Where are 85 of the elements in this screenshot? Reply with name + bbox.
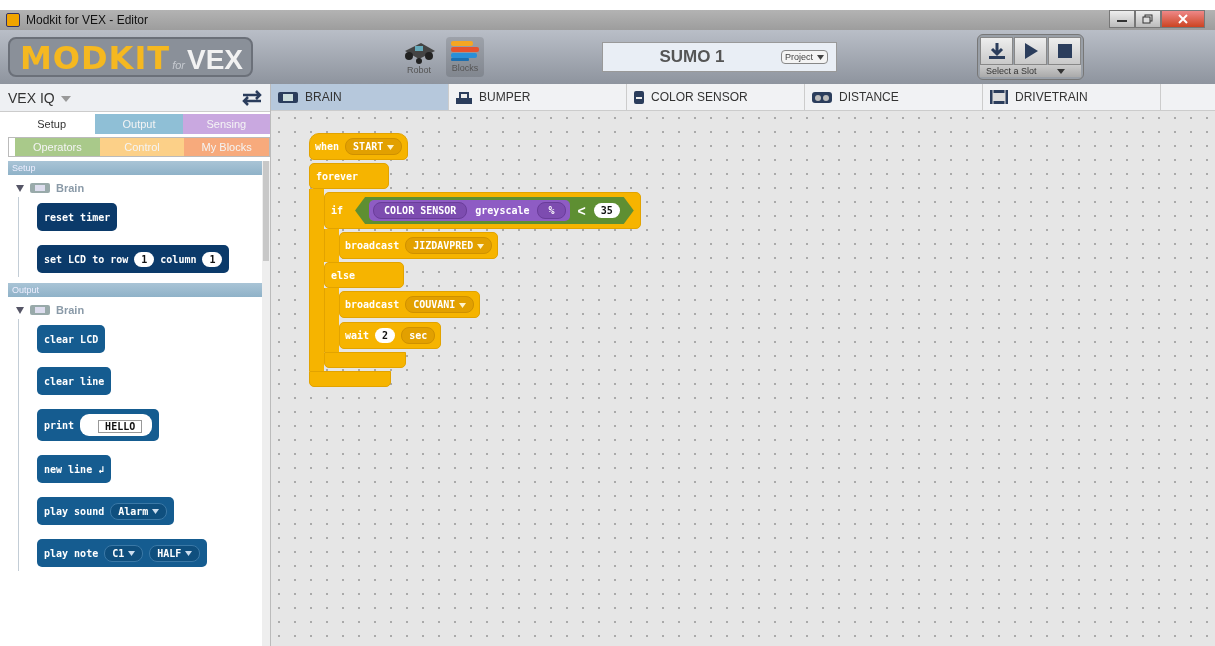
block-label: play sound bbox=[44, 505, 105, 517]
group-name: Brain bbox=[56, 304, 85, 316]
sensor-block[interactable]: COLOR SENSOR greyscale % bbox=[369, 200, 570, 221]
code-block[interactable]: print HELLO bbox=[37, 409, 160, 441]
logo-text: VEX bbox=[187, 43, 243, 77]
block-label: set LCD to row bbox=[44, 253, 129, 265]
dropdown-field[interactable]: C1 bbox=[104, 544, 144, 562]
dropdown-field[interactable]: HALF bbox=[149, 544, 201, 562]
restore-icon bbox=[1142, 14, 1154, 24]
download-button[interactable] bbox=[980, 37, 1013, 65]
caret-icon bbox=[387, 144, 395, 150]
block-label: new line ↲ bbox=[44, 463, 105, 475]
number-field[interactable]: 35 bbox=[593, 203, 620, 218]
play-button[interactable] bbox=[1014, 37, 1047, 65]
block-label: clear line bbox=[44, 375, 105, 387]
caret-icon bbox=[477, 243, 485, 249]
block-label: broadcast bbox=[345, 299, 400, 310]
device-tab[interactable]: BRAIN bbox=[271, 84, 449, 110]
brain-icon bbox=[277, 90, 299, 104]
restore-button[interactable] bbox=[1135, 10, 1161, 28]
expand-arrow-icon[interactable] bbox=[16, 184, 24, 192]
section-header: Setup bbox=[8, 161, 262, 175]
section-header: Output bbox=[8, 283, 262, 297]
code-block[interactable]: clear LCD bbox=[37, 325, 106, 353]
sensor-icon bbox=[633, 89, 645, 105]
blocks-icon bbox=[449, 39, 481, 63]
logo-text: for bbox=[172, 59, 185, 71]
dropdown-field[interactable]: COLOR SENSOR bbox=[373, 202, 468, 219]
block-label: play note bbox=[44, 547, 99, 559]
block-label: print bbox=[44, 419, 75, 431]
distance-sensor-icon bbox=[811, 90, 833, 104]
scrollbar[interactable] bbox=[262, 161, 270, 646]
close-icon bbox=[1177, 14, 1189, 24]
block-label: forever bbox=[316, 170, 359, 182]
block-label: reset timer bbox=[44, 211, 111, 223]
bumper-icon bbox=[455, 89, 473, 105]
text-field[interactable]: HELLO bbox=[80, 414, 153, 436]
block-label: else bbox=[331, 269, 356, 281]
caret-icon bbox=[128, 551, 136, 556]
caret-icon bbox=[60, 95, 71, 102]
window-title: Modkit for VEX - Editor bbox=[26, 13, 149, 27]
expand-arrow-icon[interactable] bbox=[16, 306, 24, 314]
brain-icon bbox=[29, 304, 51, 316]
close-button[interactable] bbox=[1161, 10, 1205, 28]
code-block[interactable]: clear line bbox=[37, 367, 112, 395]
brain-icon bbox=[29, 182, 51, 194]
app-icon bbox=[6, 13, 20, 27]
download-icon bbox=[987, 42, 1006, 60]
caret-icon bbox=[152, 509, 160, 514]
code-block[interactable]: wait 2 sec bbox=[339, 322, 442, 349]
logo-text: MODKIT bbox=[20, 41, 171, 75]
group-name: Brain bbox=[56, 182, 85, 194]
code-block[interactable]: play sound Alarm bbox=[37, 497, 175, 525]
drivetrain-icon bbox=[989, 89, 1009, 105]
code-block[interactable]: set LCD to row 1 column 1 bbox=[37, 245, 230, 273]
block-label: when bbox=[315, 141, 340, 152]
caret-icon bbox=[1056, 69, 1065, 75]
slot-dropdown[interactable]: Select a Slot bbox=[980, 65, 1081, 77]
code-block[interactable]: new line ↲ bbox=[37, 455, 112, 483]
code-block[interactable]: play note C1 HALF bbox=[37, 539, 208, 567]
block-label: if bbox=[331, 205, 344, 216]
dropdown-field[interactable]: % bbox=[537, 202, 566, 219]
swap-icon[interactable] bbox=[240, 89, 264, 106]
stop-icon bbox=[1055, 42, 1074, 60]
number-field[interactable]: 1 bbox=[202, 251, 223, 267]
operator-label: < bbox=[577, 202, 586, 219]
project-name: SUMO 1 bbox=[658, 47, 726, 67]
minimize-button[interactable] bbox=[1109, 10, 1135, 28]
number-field[interactable]: 2 bbox=[375, 328, 396, 343]
caret-icon bbox=[817, 55, 824, 61]
caret-icon bbox=[185, 551, 193, 556]
dropdown-field[interactable]: Alarm bbox=[110, 502, 168, 520]
platform-dropdown[interactable]: VEX IQ bbox=[8, 89, 71, 106]
block-label: greyscale bbox=[475, 205, 530, 216]
caret-icon bbox=[459, 302, 467, 308]
project-menu-button[interactable]: Project bbox=[781, 50, 828, 64]
block-label: clear LCD bbox=[44, 333, 99, 345]
compare-block[interactable]: COLOR SENSOR greyscale % < 35 bbox=[355, 197, 634, 224]
block-label: wait bbox=[345, 330, 370, 341]
block-label: broadcast bbox=[345, 240, 400, 251]
code-block[interactable]: reset timer bbox=[37, 203, 118, 231]
block-label: column bbox=[160, 253, 197, 265]
number-field[interactable]: 1 bbox=[134, 251, 155, 267]
stop-button[interactable] bbox=[1048, 37, 1081, 65]
if-block[interactable]: if COLOR SENSOR greyscale % < 35 bbox=[324, 192, 641, 229]
